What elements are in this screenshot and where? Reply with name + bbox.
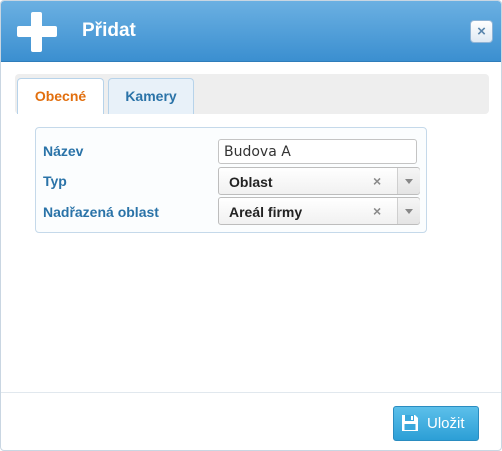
parent-area-label: Nadřazená oblast (43, 204, 159, 220)
tab-bar: Obecné Kamery (15, 74, 489, 114)
parent-area-select-value: Areál firmy (229, 204, 303, 220)
save-button-label: Uložit (427, 415, 465, 432)
type-label: Typ (43, 173, 67, 189)
type-clear-icon[interactable]: × (373, 173, 381, 189)
close-button[interactable]: × (470, 20, 493, 43)
tab-general[interactable]: Obecné (17, 78, 104, 114)
type-select-value: Oblast (229, 174, 273, 190)
parent-area-dropdown-toggle[interactable] (397, 198, 420, 224)
chevron-down-icon (405, 209, 413, 214)
save-button[interactable]: Uložit (393, 406, 479, 441)
parent-area-clear-icon[interactable]: × (373, 203, 381, 219)
tab-cameras[interactable]: Kamery (108, 78, 194, 114)
plus-icon (17, 12, 57, 52)
add-dialog: Přidat × Obecné Kamery Název Typ Oblast … (0, 0, 502, 451)
floppy-disk-icon (402, 415, 418, 431)
parent-area-select[interactable]: Areál firmy × (218, 197, 420, 225)
name-label: Název (43, 143, 84, 159)
dialog-title: Přidat (82, 20, 136, 41)
footer-divider (1, 392, 501, 393)
name-input[interactable] (218, 139, 417, 164)
type-select[interactable]: Oblast × (218, 167, 420, 195)
close-icon: × (477, 23, 486, 40)
type-dropdown-toggle[interactable] (397, 168, 420, 194)
dialog-titlebar: Přidat × (1, 1, 501, 62)
chevron-down-icon (405, 179, 413, 184)
